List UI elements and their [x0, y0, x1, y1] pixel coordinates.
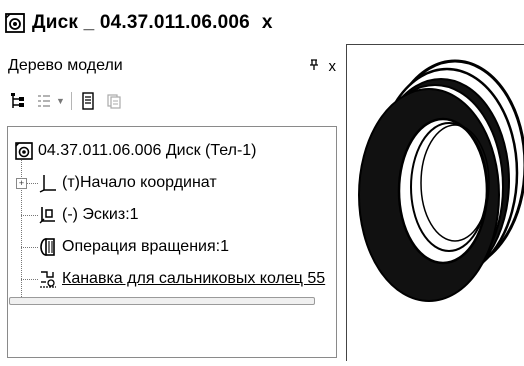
revolve-icon — [40, 238, 55, 256]
origin-axes-icon — [39, 175, 56, 193]
pin-panel-button[interactable] — [309, 58, 319, 75]
close-document-tab-button[interactable]: x — [262, 12, 273, 34]
panel-header: Дерево модели x — [8, 54, 336, 78]
tree-item-revolve[interactable]: Операция вращения:1 — [38, 233, 229, 261]
scrollbar-thumb[interactable] — [9, 297, 315, 305]
tree-item-origin[interactable]: (т)Начало координат — [38, 169, 217, 197]
document-tab[interactable]: Диск _ 04.37.011.06.006 x — [4, 6, 272, 40]
tree-connector — [21, 215, 38, 216]
document-tab-title: Диск _ 04.37.011.06.006 — [32, 12, 250, 33]
properties-icon — [82, 92, 94, 110]
part-document-icon — [5, 13, 25, 33]
copy-view-button[interactable] — [104, 91, 124, 111]
part-icon — [15, 142, 33, 160]
tree-structure-icon — [11, 93, 24, 108]
pin-icon — [309, 58, 318, 70]
tree-item-root[interactable]: 04.37.011.06.006 Диск (Тел-1) — [14, 137, 257, 165]
model-tree: 04.37.011.06.006 Диск (Тел-1) + (т)Начал… — [7, 126, 337, 358]
panel-title: Дерево модели — [8, 57, 123, 74]
toolbar-separator — [70, 92, 72, 110]
tree-structure-button[interactable] — [8, 91, 28, 111]
tree-item-label: (-) Эскиз:1 — [62, 206, 139, 223]
tree-item-label: 04.37.011.06.006 Диск (Тел-1) — [38, 142, 257, 159]
tree-item-label: (т)Начало координат — [62, 174, 217, 191]
list-view-icon — [38, 95, 50, 107]
copy-view-icon — [107, 94, 121, 109]
horizontal-scrollbar[interactable] — [9, 295, 335, 305]
tree-item-label: Канавка для сальниковых колец 55 — [62, 270, 326, 287]
model-tree-panel: Дерево модели x ▼ 04.37.011.06.006 Диск … — [0, 48, 342, 360]
tree-toolbar: ▼ — [8, 88, 124, 114]
list-view-button[interactable] — [34, 91, 54, 111]
disk-3d-model — [358, 59, 524, 302]
tree-item-sketch[interactable]: (-) Эскиз:1 — [38, 201, 139, 229]
tree-item-groove[interactable]: Канавка для сальниковых колец 55 — [38, 265, 325, 293]
groove-icon — [40, 271, 56, 288]
tree-item-label: Операция вращения:1 — [62, 238, 229, 255]
sketch-icon — [39, 207, 55, 224]
close-panel-button[interactable]: x — [329, 58, 337, 75]
expand-toggle[interactable]: + — [16, 178, 27, 189]
dropdown-caret-icon[interactable]: ▼ — [56, 96, 65, 106]
properties-button[interactable] — [78, 91, 98, 111]
tree-connector — [26, 183, 38, 184]
model-viewport[interactable] — [346, 44, 524, 361]
tree-connector — [21, 247, 38, 248]
tree-connector — [21, 279, 38, 280]
